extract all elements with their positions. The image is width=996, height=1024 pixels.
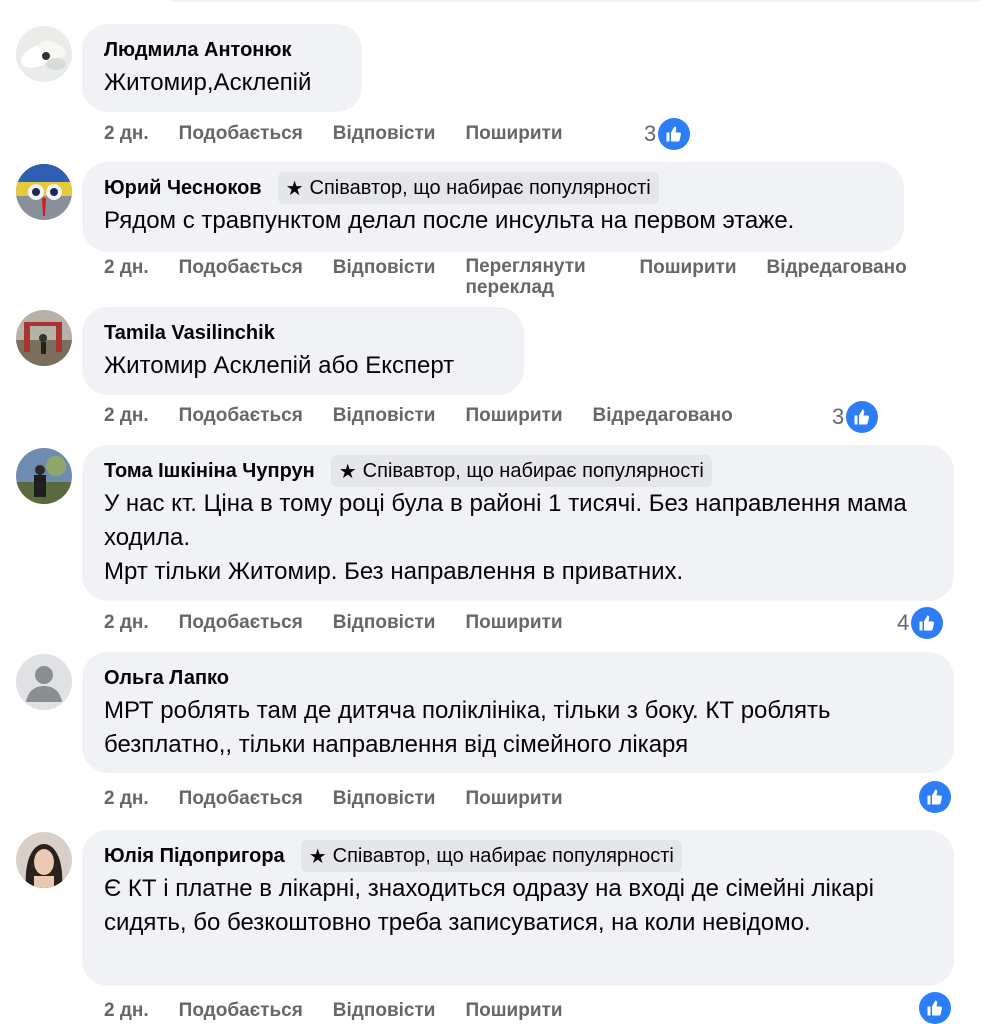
reaction-summary[interactable]	[917, 781, 951, 813]
like-button[interactable]: Подобається	[179, 612, 303, 634]
comment-author[interactable]: Юлія Підопригора	[104, 845, 285, 868]
comment-author[interactable]: Ольга Лапко	[104, 667, 229, 690]
like-button[interactable]: Подобається	[179, 405, 303, 427]
comment-bubble: Юрий Чесноков ★ Співавтор, що набирає поп…	[82, 162, 904, 252]
comment-author[interactable]: Тома Ішкініна Чупрун	[104, 460, 315, 483]
reaction-summary[interactable]	[917, 992, 951, 1024]
reply-button[interactable]: Відповісти	[333, 1000, 436, 1022]
like-thumb-icon	[919, 992, 951, 1024]
avatar[interactable]	[16, 832, 72, 888]
see-translation-button[interactable]: Переглянути переклад	[465, 256, 615, 298]
comment-bubble: Юлія Підопригора ★ Співавтор, що набирає …	[82, 830, 954, 986]
share-button[interactable]: Поширити	[465, 612, 562, 634]
contributor-badge[interactable]: ★ Співавтор, що набирає популярності	[277, 172, 659, 204]
share-button[interactable]: Поширити	[465, 788, 562, 810]
comment-text: Житомир Асклепій або Експерт	[104, 352, 455, 379]
timestamp[interactable]: 2 дн.	[104, 788, 149, 810]
like-button[interactable]: Подобається	[179, 788, 303, 810]
comment-bubble: Ольга Лапко МРТ роблять там де дитяча по…	[82, 652, 954, 773]
comment-text: Рядом с травпунктом делал после инсульта…	[104, 207, 795, 234]
reaction-summary[interactable]: 3	[644, 118, 691, 150]
comment-bubble: Людмила Антонюк Житомир,Асклепій	[82, 24, 362, 112]
comment-author[interactable]: Юрий Чесноков	[104, 177, 262, 200]
comment-actions: 2 дн. Подобається Відповісти Поширити	[104, 612, 593, 634]
like-thumb-icon	[846, 401, 879, 433]
comment-text: У нас кт. Ціна в тому році була в районі…	[104, 490, 907, 585]
badge-label: Співавтор, що набирає популярності	[332, 844, 674, 867]
reply-button[interactable]: Відповісти	[333, 405, 436, 427]
like-thumb-icon	[919, 781, 951, 813]
comment-author[interactable]: Tamila Vasilinchik	[104, 322, 275, 345]
like-thumb-icon	[911, 607, 944, 639]
reaction-summary[interactable]: 3	[832, 401, 879, 433]
like-button[interactable]: Подобається	[179, 1000, 303, 1022]
comment-author[interactable]: Людмила Антонюк	[104, 39, 291, 62]
badge-label: Співавтор, що набирає популярності	[362, 459, 704, 482]
comment-text: Є КТ і платне в лікарні, знаходиться одр…	[104, 875, 881, 936]
previous-comment-bubble-edge	[160, 0, 990, 2]
share-button[interactable]: Поширити	[465, 405, 562, 427]
comment-actions: 2 дн. Подобається Відповісти Поширити	[104, 788, 593, 810]
reaction-count: 3	[832, 404, 845, 429]
comment-text: Житомир,Асклепій	[104, 69, 312, 96]
timestamp[interactable]: 2 дн.	[104, 612, 149, 634]
like-button[interactable]: Подобається	[179, 257, 303, 279]
comment-actions: 2 дн. Подобається Відповісти Поширити	[104, 1000, 593, 1022]
comment-actions: 2 дн. Подобається Відповісти Поширити Ві…	[104, 405, 763, 427]
star-icon: ★	[338, 460, 357, 483]
reaction-count: 3	[644, 121, 657, 146]
reply-button[interactable]: Відповісти	[333, 788, 436, 810]
timestamp[interactable]: 2 дн.	[104, 405, 149, 427]
avatar[interactable]	[16, 654, 72, 710]
share-button[interactable]: Поширити	[639, 257, 736, 279]
badge-label: Співавтор, що набирає популярності	[309, 176, 651, 199]
contributor-badge[interactable]: ★ Співавтор, що набирає популярності	[300, 840, 682, 872]
timestamp[interactable]: 2 дн.	[104, 257, 149, 279]
edited-label[interactable]: Відредаговано	[767, 257, 907, 279]
reply-button[interactable]: Відповісти	[333, 123, 436, 145]
contributor-badge[interactable]: ★ Співавтор, що набирає популярності	[330, 455, 712, 487]
avatar[interactable]	[16, 448, 72, 504]
comment-bubble: Tamila Vasilinchik Житомир Асклепій або …	[82, 307, 524, 395]
comment-text: МРТ роблять там де дитяча поліклініка, т…	[104, 697, 838, 758]
share-button[interactable]: Поширити	[465, 123, 562, 145]
reply-button[interactable]: Відповісти	[333, 612, 436, 634]
like-thumb-icon	[658, 118, 691, 150]
reply-button[interactable]: Відповісти	[333, 257, 436, 279]
edited-label[interactable]: Відредаговано	[593, 405, 733, 427]
share-button[interactable]: Поширити	[465, 1000, 562, 1022]
avatar[interactable]	[16, 310, 72, 366]
comment-actions: 2 дн. Подобається Відповісти Поширити	[104, 123, 593, 145]
like-button[interactable]: Подобається	[179, 123, 303, 145]
comment-actions: 2 дн. Подобається Відповісти Переглянути…	[104, 256, 907, 298]
star-icon: ★	[308, 845, 327, 868]
timestamp[interactable]: 2 дн.	[104, 123, 149, 145]
reaction-count: 4	[897, 610, 910, 635]
avatar[interactable]	[16, 164, 72, 220]
reaction-summary[interactable]: 4	[897, 607, 944, 639]
comment-bubble: Тома Ішкініна Чупрун ★ Співавтор, що наби…	[82, 445, 954, 601]
avatar[interactable]	[16, 26, 72, 82]
star-icon: ★	[285, 177, 304, 200]
timestamp[interactable]: 2 дн.	[104, 1000, 149, 1022]
